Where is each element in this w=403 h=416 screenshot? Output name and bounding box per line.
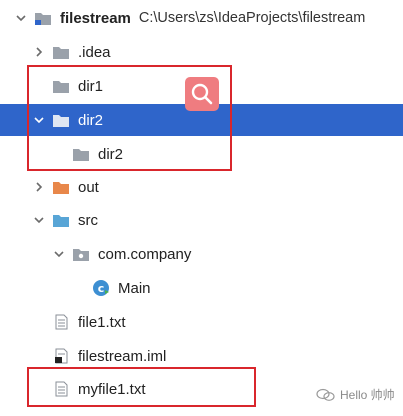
wechat-icon bbox=[316, 388, 335, 401]
watermark: Hello 帅帅 bbox=[316, 386, 395, 403]
tree-row-com-company[interactable]: com.company bbox=[0, 239, 403, 269]
tree-item-label: src bbox=[78, 211, 98, 229]
project-path: C:\Users\zs\IdeaProjects\filestream bbox=[138, 10, 366, 26]
tree-item-label: filestream.iml bbox=[78, 347, 167, 365]
java-class-icon: c bbox=[92, 279, 110, 297]
tree-item-label: file1.txt bbox=[78, 313, 126, 331]
source-folder-icon bbox=[52, 212, 70, 228]
iml-file-icon bbox=[52, 348, 70, 364]
tree-row-src[interactable]: src bbox=[0, 205, 403, 235]
module-folder-icon bbox=[34, 10, 52, 26]
search-icon bbox=[191, 83, 213, 105]
chevron-down-icon[interactable] bbox=[14, 11, 28, 25]
folder-icon bbox=[52, 44, 70, 60]
chevron-right-icon[interactable] bbox=[32, 180, 46, 194]
project-name: filestream bbox=[60, 9, 131, 27]
tree-item-label: com.company bbox=[98, 245, 192, 263]
package-icon bbox=[72, 246, 90, 262]
chevron-right-icon[interactable] bbox=[32, 45, 46, 59]
excluded-folder-icon bbox=[52, 179, 70, 195]
chevron-down-icon[interactable] bbox=[32, 213, 46, 227]
tree-item-label: Main bbox=[118, 279, 151, 297]
tree-row-main[interactable]: c Main bbox=[0, 273, 403, 303]
tree-row-project-root[interactable]: filestream C:\Users\zs\IdeaProjects\file… bbox=[0, 3, 403, 33]
tree-item-label: .idea bbox=[78, 43, 111, 61]
tree-row-out[interactable]: out bbox=[0, 172, 403, 202]
tree-row-file1[interactable]: file1.txt bbox=[0, 307, 403, 337]
search-button[interactable] bbox=[185, 77, 219, 111]
highlight-box-myfile bbox=[27, 367, 256, 407]
svg-text:c: c bbox=[98, 282, 105, 295]
tree-item-label: out bbox=[78, 178, 99, 196]
project-tree: filestream C:\Users\zs\IdeaProjects\file… bbox=[0, 0, 403, 416]
text-file-icon bbox=[52, 314, 70, 330]
tree-row-idea[interactable]: .idea bbox=[0, 37, 403, 67]
watermark-text: Hello 帅帅 bbox=[340, 388, 395, 402]
chevron-down-icon[interactable] bbox=[52, 247, 66, 261]
